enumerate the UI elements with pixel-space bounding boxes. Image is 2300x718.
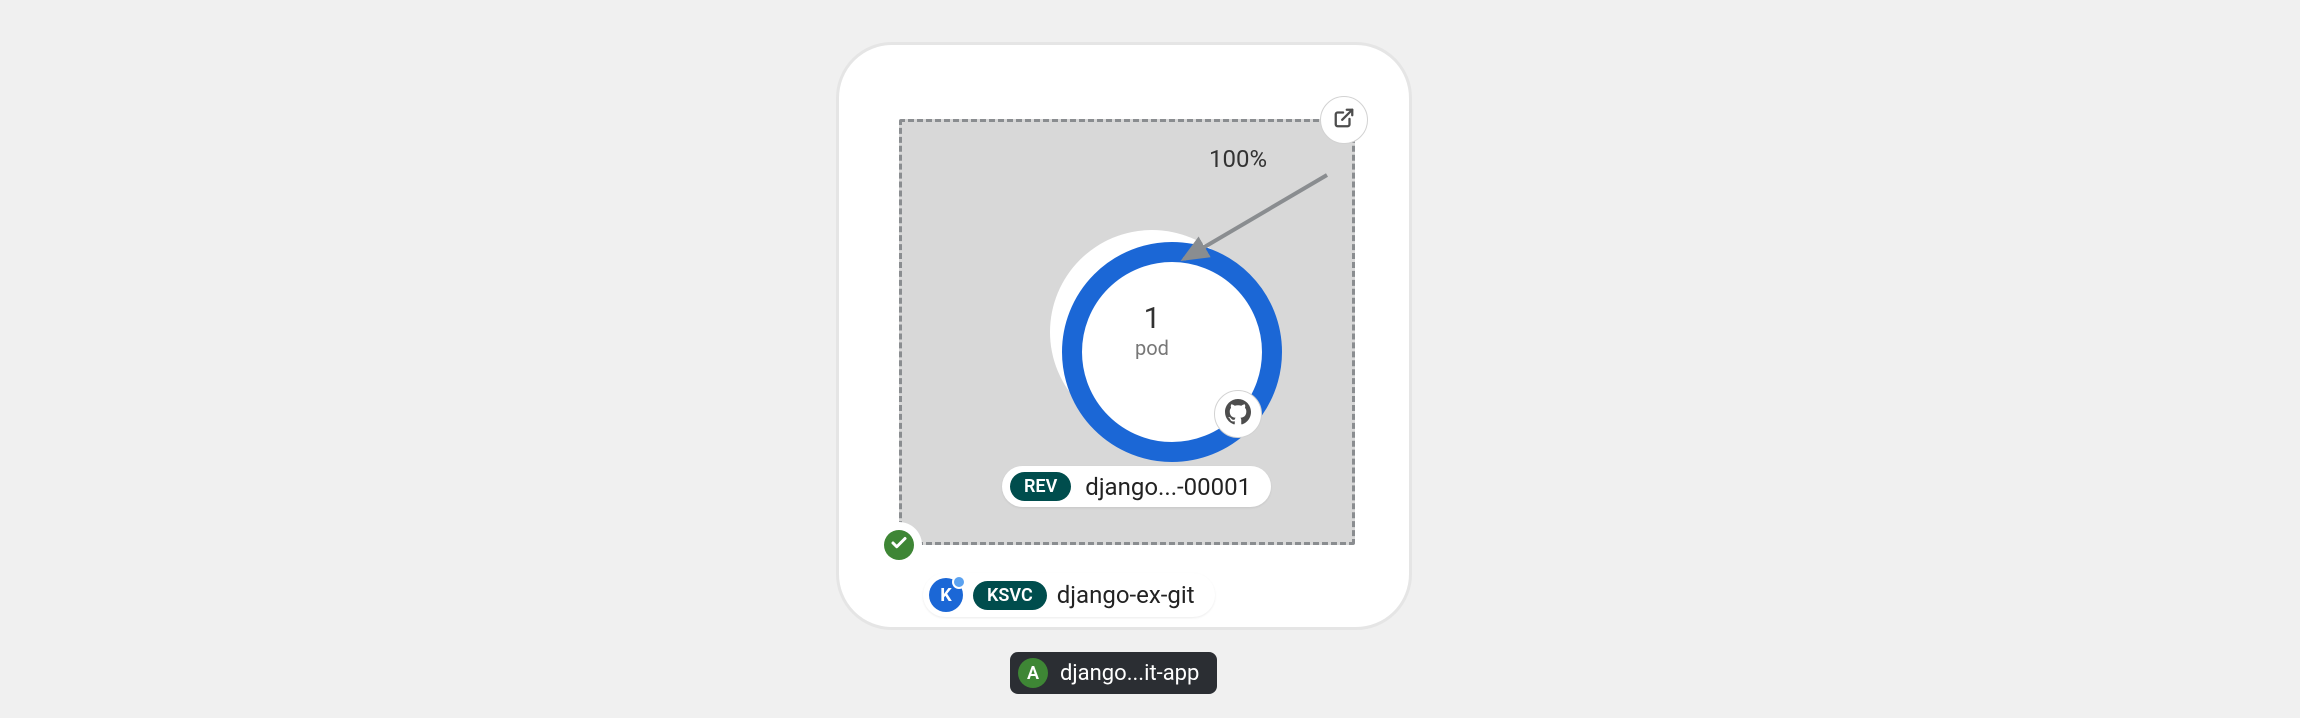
- application-pill[interactable]: A django...it-app: [1010, 652, 1217, 694]
- ksvc-badge: KSVC: [973, 581, 1047, 610]
- application-name: django...it-app: [1060, 661, 1199, 686]
- revision-group[interactable]: 1 pod REV django...-00001: [899, 119, 1355, 545]
- pod-unit-label: pod: [1135, 336, 1169, 360]
- ksvc-name: django-ex-git: [1057, 581, 1195, 609]
- traffic-percent-label: 100%: [1209, 145, 1267, 173]
- application-icon: A: [1018, 658, 1048, 688]
- knative-icon-decorator: [952, 575, 966, 589]
- knative-icon-letter: K: [940, 585, 951, 606]
- external-link-icon: [1333, 107, 1355, 133]
- knative-service-card[interactable]: 1 pod REV django...-00001: [836, 42, 1412, 630]
- knative-icon: K: [929, 578, 963, 612]
- revision-pill[interactable]: REV django...-00001: [1002, 466, 1271, 507]
- ksvc-pill[interactable]: K KSVC django-ex-git: [923, 573, 1215, 617]
- open-url-button[interactable]: [1320, 96, 1368, 144]
- source-github-badge[interactable]: [1214, 390, 1262, 438]
- revision-name: django...-00001: [1085, 473, 1251, 501]
- check-icon: [890, 534, 908, 556]
- github-icon: [1225, 399, 1251, 429]
- status-indicator: [876, 522, 922, 568]
- revision-badge: REV: [1010, 472, 1071, 501]
- application-icon-letter: A: [1027, 663, 1039, 684]
- pod-count: 1: [1144, 304, 1161, 334]
- topology-canvas[interactable]: 1 pod REV django...-00001: [0, 0, 2300, 718]
